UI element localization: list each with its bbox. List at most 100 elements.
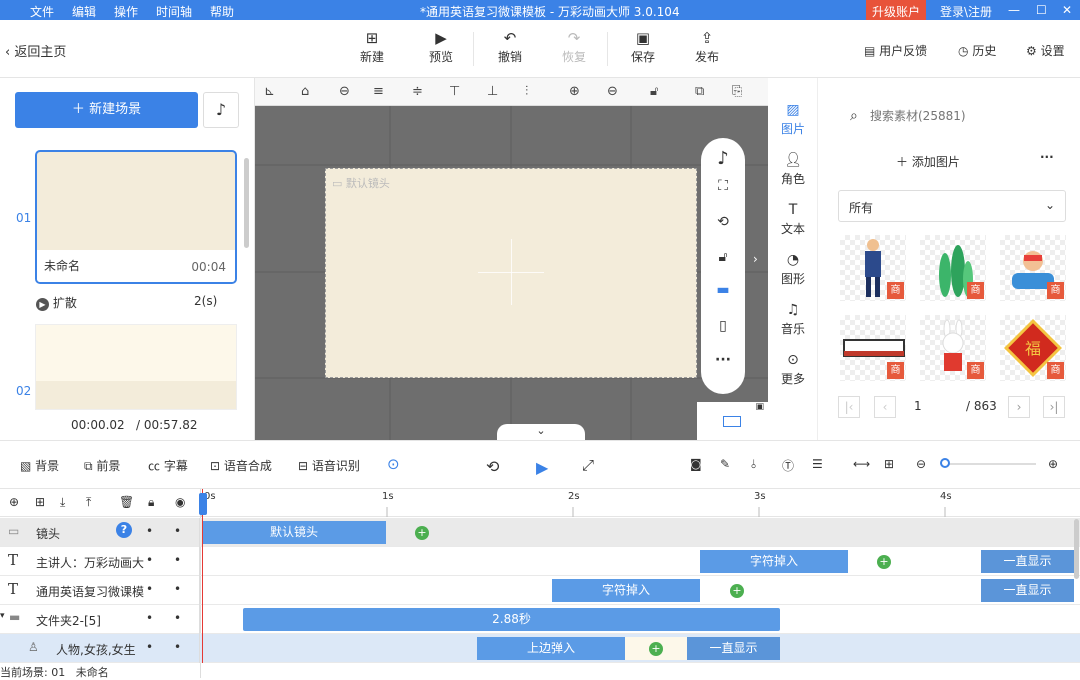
zoom-out-icon[interactable]: ⊖	[916, 457, 926, 471]
zoom-in-icon[interactable]: ⊕	[1048, 457, 1058, 471]
lock-dot[interactable]: •	[146, 582, 153, 596]
prev-page-button[interactable]: ‹	[874, 396, 896, 418]
menu-edit[interactable]: 编辑	[72, 3, 96, 20]
redo-button[interactable]: ↷ 恢复	[549, 28, 599, 65]
zoom-in-icon[interactable]: ⊕	[569, 84, 580, 99]
eye-icon[interactable]: ◉	[175, 495, 185, 509]
delete-icon[interactable]: 🗑︎	[119, 495, 134, 509]
settings-link[interactable]: ⚙ 设置	[1026, 42, 1065, 59]
image-thumb-person[interactable]: 商	[1000, 235, 1066, 301]
image-thumb-rabbit[interactable]: 商	[920, 315, 986, 381]
zoom-out-icon[interactable]: ⊖	[607, 84, 618, 99]
visible-dot[interactable]: •	[174, 640, 181, 654]
collapse-timeline-icon[interactable]: ⌄	[497, 424, 585, 440]
timeline-clip[interactable]: 上边弹入	[477, 637, 625, 660]
ruler-icon[interactable]: ⊾	[264, 84, 275, 99]
track-character[interactable]: ♙ 人物,女孩,女生 • • 上边弹入 + 一直显示	[0, 634, 1080, 663]
add-keyframe-icon[interactable]: +	[415, 526, 429, 540]
track-header[interactable]: T 通用英语复习微课模 • •	[0, 576, 200, 605]
save-button[interactable]: ▣ 保存	[618, 28, 668, 65]
tab-music[interactable]: ♫ 音乐	[768, 302, 818, 337]
text-style-icon[interactable]: Ⓣ	[782, 457, 794, 474]
split-icon[interactable]: ⫰	[751, 457, 756, 472]
preview-button[interactable]: ▶ 预览	[416, 28, 466, 65]
play-icon[interactable]: ▶	[536, 458, 548, 477]
timeline-clip[interactable]: 字符掉入	[700, 550, 848, 573]
page-current[interactable]: 1	[914, 399, 922, 413]
align-right-icon[interactable]: ≡	[373, 84, 384, 99]
paste-icon[interactable]: ⎘	[732, 84, 742, 99]
minimap[interactable]: ▣	[697, 402, 768, 440]
first-page-button[interactable]: |‹	[838, 396, 860, 418]
distribute-icon[interactable]: ⫶	[525, 84, 528, 99]
image-thumb-ribbon[interactable]: 商	[840, 315, 906, 381]
desktop-icon[interactable]: ▬	[701, 282, 745, 298]
music-icon[interactable]: ♪	[701, 148, 745, 169]
search-input[interactable]	[870, 106, 1060, 126]
transition-row[interactable]: ▶ 扩散	[36, 294, 77, 311]
add-track-icon[interactable]: ⊕	[9, 495, 19, 509]
feedback-link[interactable]: ▤ 用户反馈	[864, 42, 927, 59]
lock-dot[interactable]: •	[146, 524, 153, 538]
track-header[interactable]: ▾ ▬ 文件夹2-[5] • •	[0, 605, 200, 634]
track-title[interactable]: T 通用英语复习微课模 • • 字符掉入 + 一直显示	[0, 576, 1080, 605]
add-image-button[interactable]: ＋ 添加图片	[896, 153, 960, 170]
scene-thumbnail-1[interactable]: 未命名 00:04	[35, 150, 237, 284]
add-keyframe-icon[interactable]: +	[730, 584, 744, 598]
align-top-icon[interactable]: ⊤	[449, 84, 460, 99]
publish-button[interactable]: ⇪ 发布	[682, 28, 732, 65]
minimize-icon[interactable]: —	[1008, 3, 1020, 17]
canvas-area[interactable]: ⊾ ⌂ ⊖ ≡ ≑ ⊤ ⊥ ⫶ ⊕ ⊖ 🔓︎ ⧉ ⎘ ▭ 默认镜头 ♪ ⛶ ⟲ …	[255, 78, 768, 440]
track-header[interactable]: ▭ 镜头 ? • •	[0, 518, 200, 547]
history-link[interactable]: ◷ 历史	[958, 42, 996, 59]
replay-icon[interactable]: ⟲	[486, 457, 499, 476]
collapse-arrow-icon[interactable]: ▾	[0, 611, 5, 621]
undo-button[interactable]: ↶ 撤销	[485, 28, 535, 65]
new-button[interactable]: ⊞ 新建	[347, 28, 397, 65]
close-icon[interactable]: ✕	[1062, 3, 1072, 17]
scene-thumbnail-2[interactable]	[35, 324, 237, 410]
home-icon[interactable]: ⌂	[301, 84, 309, 99]
new-scene-button[interactable]: ＋ 新建场景	[15, 92, 198, 128]
add-keyframe-icon[interactable]: +	[877, 555, 891, 569]
move-up-icon[interactable]: ⤒	[86, 495, 91, 510]
foreground-button[interactable]: ⧉ 前景	[84, 457, 120, 474]
tab-roles[interactable]: 👤︎ 角色	[768, 152, 818, 187]
timeline-clip[interactable]: 字符掉入	[552, 579, 700, 602]
timeline-clip[interactable]: 一直显示	[687, 637, 780, 660]
align-center-icon[interactable]: ≑	[412, 84, 423, 99]
zoom-slider-handle[interactable]	[940, 458, 950, 468]
back-home[interactable]: ‹ 返回主页	[5, 41, 66, 60]
lock-icon[interactable]: 🔓︎	[650, 84, 658, 99]
align-bottom-icon[interactable]: ⊥	[487, 84, 498, 99]
menu-timeline[interactable]: 时间轴	[156, 3, 192, 20]
image-thumb-businessman[interactable]: 商	[840, 235, 906, 301]
move-down-icon[interactable]: ⤓	[60, 495, 65, 510]
image-thumb-plant[interactable]: 商	[920, 235, 986, 301]
expand-right-icon[interactable]: ›	[753, 252, 758, 266]
lock-dot[interactable]: •	[146, 611, 153, 625]
next-page-button[interactable]: ›	[1008, 396, 1030, 418]
visible-dot[interactable]: •	[174, 582, 181, 596]
add-folder-icon[interactable]: ⊞	[35, 495, 45, 509]
tab-shapes[interactable]: ◔ 图形	[768, 252, 818, 287]
copy-icon[interactable]: ⧉	[695, 84, 704, 99]
lock-dot[interactable]: •	[146, 640, 153, 654]
menu-help[interactable]: 帮助	[210, 3, 234, 20]
phone-icon[interactable]: ▯	[701, 318, 745, 334]
timeline-ruler[interactable]: ⊕ ⊞ ⤓ ⤒ 🗑︎ 🔒︎ ◉ 0s 1s 2s 3s 4s	[0, 489, 1080, 678]
filter-select[interactable]: 所有 ⌄	[838, 190, 1066, 222]
image-thumb-fu[interactable]: 福 商	[1000, 315, 1066, 381]
scene-scrollbar[interactable]	[244, 158, 249, 248]
fit-screen-icon[interactable]: ⛶	[701, 178, 745, 194]
ratio-icon[interactable]: ⊞	[884, 457, 894, 471]
track-presenter[interactable]: T 主讲人：万彩动画大 • • 字符掉入 + 一直显示	[0, 547, 1080, 576]
speech-recognition-button[interactable]: ⊟ 语音识别	[298, 457, 360, 474]
track-header[interactable]: T 主讲人：万彩动画大 • •	[0, 547, 200, 576]
timeline-clip[interactable]: 一直显示	[981, 550, 1074, 573]
tab-text[interactable]: T 文本	[768, 202, 818, 237]
fit-width-icon[interactable]: ⟷	[853, 457, 870, 471]
add-keyframe-icon[interactable]: +	[649, 642, 663, 656]
timeline-clip[interactable]: 一直显示	[981, 579, 1074, 602]
last-page-button[interactable]: ›|	[1043, 396, 1065, 418]
